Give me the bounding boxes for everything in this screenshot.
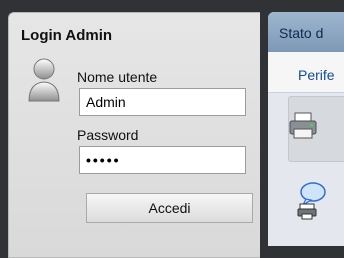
status-header-title: Stato d [279, 25, 324, 41]
devices-tab-label: Perife [298, 67, 335, 83]
password-input[interactable] [79, 146, 246, 174]
login-title: Login Admin [21, 27, 113, 44]
password-label: Password [77, 127, 139, 143]
username-input[interactable] [79, 88, 246, 116]
login-panel: Login Admin Nome utente Password Accedi [8, 12, 260, 258]
user-icon [28, 58, 60, 102]
job-status-icon[interactable] [296, 182, 326, 220]
username-label: Nome utente [77, 69, 158, 85]
status-panel: Stato d Perife [268, 12, 344, 246]
login-button[interactable]: Accedi [86, 193, 253, 223]
printer-icon [289, 112, 317, 139]
